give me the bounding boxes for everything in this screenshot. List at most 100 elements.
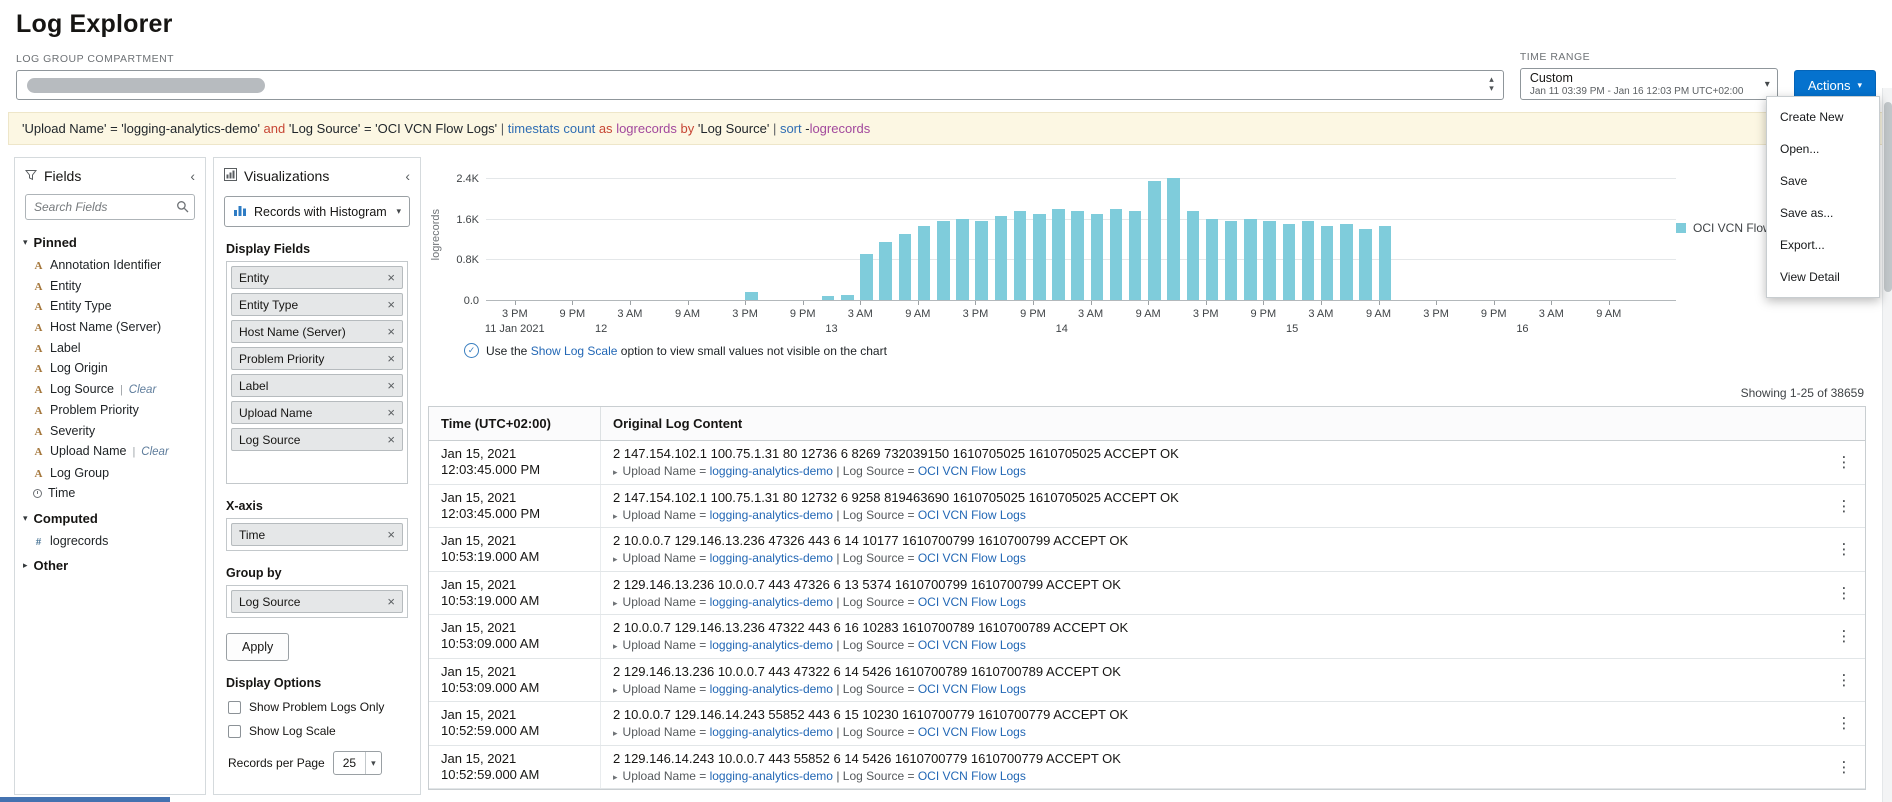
histogram-bar[interactable]	[1359, 228, 1372, 300]
upload-name-link[interactable]: logging-analytics-demo	[710, 638, 833, 652]
histogram-bar[interactable]	[1301, 221, 1315, 300]
histogram-bar[interactable]	[917, 226, 931, 300]
histogram-bar[interactable]	[745, 291, 758, 300]
histogram-bar[interactable]	[1224, 221, 1238, 300]
chip-label[interactable]: Label ×	[231, 374, 403, 397]
checkbox-show-log-scale[interactable]: Show Log Scale	[228, 724, 406, 738]
remove-chip-icon[interactable]: ×	[387, 405, 395, 420]
upload-name-link[interactable]: logging-analytics-demo	[710, 769, 833, 783]
menu-item-save[interactable]: Save	[1767, 165, 1879, 197]
histogram-bar[interactable]	[1090, 213, 1104, 300]
histogram-bar[interactable]	[994, 216, 1008, 300]
row-actions-menu[interactable]: ⋮	[1823, 441, 1865, 484]
field-item-label[interactable]: A Label	[15, 338, 205, 359]
expand-row-icon[interactable]: ▸	[613, 554, 618, 564]
horizontal-scrollbar-thumb[interactable]	[0, 797, 170, 802]
apply-button[interactable]: Apply	[226, 633, 290, 661]
clear-filter-link[interactable]: Clear	[141, 446, 168, 459]
expand-row-icon[interactable]: ▸	[613, 641, 618, 651]
upload-name-link[interactable]: logging-analytics-demo	[710, 725, 833, 739]
row-actions-menu[interactable]: ⋮	[1823, 746, 1865, 789]
field-item-log-group[interactable]: A Log Group	[15, 463, 205, 484]
upload-name-link[interactable]: logging-analytics-demo	[710, 508, 833, 522]
vertical-scrollbar[interactable]	[1882, 88, 1892, 802]
field-item-entity[interactable]: A Entity	[15, 276, 205, 297]
histogram-bar[interactable]	[956, 218, 969, 300]
histogram-bar[interactable]	[975, 221, 988, 300]
chip-problem-priority[interactable]: Problem Priority ×	[231, 347, 403, 370]
histogram-bar[interactable]	[898, 234, 912, 300]
histogram-bar[interactable]	[860, 254, 873, 300]
field-item-host-name-server[interactable]: A Host Name (Server)	[15, 317, 205, 338]
menu-item-view-detail[interactable]: View Detail	[1767, 261, 1879, 293]
histogram-bar[interactable]	[1167, 178, 1180, 300]
histogram-bar[interactable]	[1186, 211, 1200, 300]
histogram-bar[interactable]	[1320, 226, 1334, 300]
time-range-select[interactable]: Custom Jan 11 03:39 PM - Jan 16 12:03 PM…	[1519, 68, 1778, 100]
collapse-panel-icon[interactable]: ‹	[190, 168, 195, 184]
remove-chip-icon[interactable]: ×	[387, 594, 395, 609]
collapse-panel-icon[interactable]: ‹	[405, 168, 410, 184]
remove-chip-icon[interactable]: ×	[387, 270, 395, 285]
expand-row-icon[interactable]: ▸	[613, 772, 618, 782]
remove-chip-icon[interactable]: ×	[387, 527, 395, 542]
field-group-other[interactable]: ▸ Other	[15, 551, 205, 578]
log-source-link[interactable]: OCI VCN Flow Logs	[918, 769, 1026, 783]
checkbox-box[interactable]	[228, 700, 241, 714]
field-item-log-source[interactable]: A Log Source | Clear	[15, 379, 205, 400]
log-source-link[interactable]: OCI VCN Flow Logs	[918, 638, 1026, 652]
remove-chip-icon[interactable]: ×	[387, 297, 395, 312]
records-per-page-select[interactable]: 25 ▾	[332, 751, 382, 775]
histogram-bar[interactable]	[1378, 226, 1391, 300]
remove-chip-icon[interactable]: ×	[387, 351, 395, 366]
expand-row-icon[interactable]: ▸	[613, 728, 618, 738]
row-actions-menu[interactable]: ⋮	[1823, 702, 1865, 745]
compartment-select[interactable]: ▴ ▾	[16, 70, 1504, 100]
menu-item-export[interactable]: Export...	[1767, 229, 1879, 261]
histogram-bar[interactable]	[1282, 223, 1296, 300]
chart-type-select[interactable]: Records with Histogram ▾	[224, 196, 410, 227]
field-item-upload-name[interactable]: A Upload Name | Clear	[15, 441, 205, 462]
histogram-bar[interactable]	[821, 296, 835, 300]
combobox-spinner-icon[interactable]: ▴ ▾	[1489, 75, 1494, 92]
log-source-link[interactable]: OCI VCN Flow Logs	[918, 725, 1026, 739]
expand-row-icon[interactable]: ▸	[613, 685, 618, 695]
chip-log-source[interactable]: Log Source ×	[231, 590, 403, 613]
histogram-bar[interactable]	[1033, 213, 1046, 300]
chip-upload-name[interactable]: Upload Name ×	[231, 401, 403, 424]
remove-chip-icon[interactable]: ×	[387, 432, 395, 447]
histogram-bar[interactable]	[1340, 223, 1353, 300]
row-actions-menu[interactable]: ⋮	[1823, 572, 1865, 615]
field-item-entity-type[interactable]: A Entity Type	[15, 296, 205, 317]
checkbox-show-problem-logs-only[interactable]: Show Problem Logs Only	[228, 700, 406, 714]
field-item-problem-priority[interactable]: A Problem Priority	[15, 400, 205, 421]
histogram-bar[interactable]	[1244, 218, 1257, 300]
log-source-link[interactable]: OCI VCN Flow Logs	[918, 464, 1026, 478]
upload-name-link[interactable]: logging-analytics-demo	[710, 595, 833, 609]
row-actions-menu[interactable]: ⋮	[1823, 528, 1865, 571]
upload-name-link[interactable]: logging-analytics-demo	[710, 464, 833, 478]
histogram-bar[interactable]	[937, 221, 950, 300]
show-log-scale-link[interactable]: Show Log Scale	[531, 344, 618, 358]
histogram-bar[interactable]	[1128, 211, 1142, 300]
log-source-link[interactable]: OCI VCN Flow Logs	[918, 595, 1026, 609]
row-actions-menu[interactable]: ⋮	[1823, 485, 1865, 528]
field-group-computed[interactable]: ▾ Computed	[15, 504, 205, 531]
chip-log-source[interactable]: Log Source ×	[231, 428, 403, 451]
remove-chip-icon[interactable]: ×	[387, 378, 395, 393]
upload-name-link[interactable]: logging-analytics-demo	[710, 682, 833, 696]
log-source-link[interactable]: OCI VCN Flow Logs	[918, 551, 1026, 565]
histogram-bar[interactable]	[1205, 218, 1219, 300]
field-item-log-origin[interactable]: A Log Origin	[15, 358, 205, 379]
expand-row-icon[interactable]: ▸	[613, 598, 618, 608]
histogram-bar[interactable]	[1052, 208, 1065, 300]
vertical-scrollbar-thumb[interactable]	[1884, 102, 1892, 292]
histogram-bar[interactable]	[1109, 208, 1123, 300]
row-actions-menu[interactable]: ⋮	[1823, 659, 1865, 702]
query-bar[interactable]: 'Upload Name' = 'logging-analytics-demo'…	[8, 112, 1884, 145]
chip-time[interactable]: Time ×	[231, 523, 403, 546]
clear-filter-link[interactable]: Clear	[129, 384, 156, 397]
chip-entity[interactable]: Entity ×	[231, 266, 403, 289]
chip-entity-type[interactable]: Entity Type ×	[231, 293, 403, 316]
chip-host-name-server[interactable]: Host Name (Server) ×	[231, 320, 403, 343]
